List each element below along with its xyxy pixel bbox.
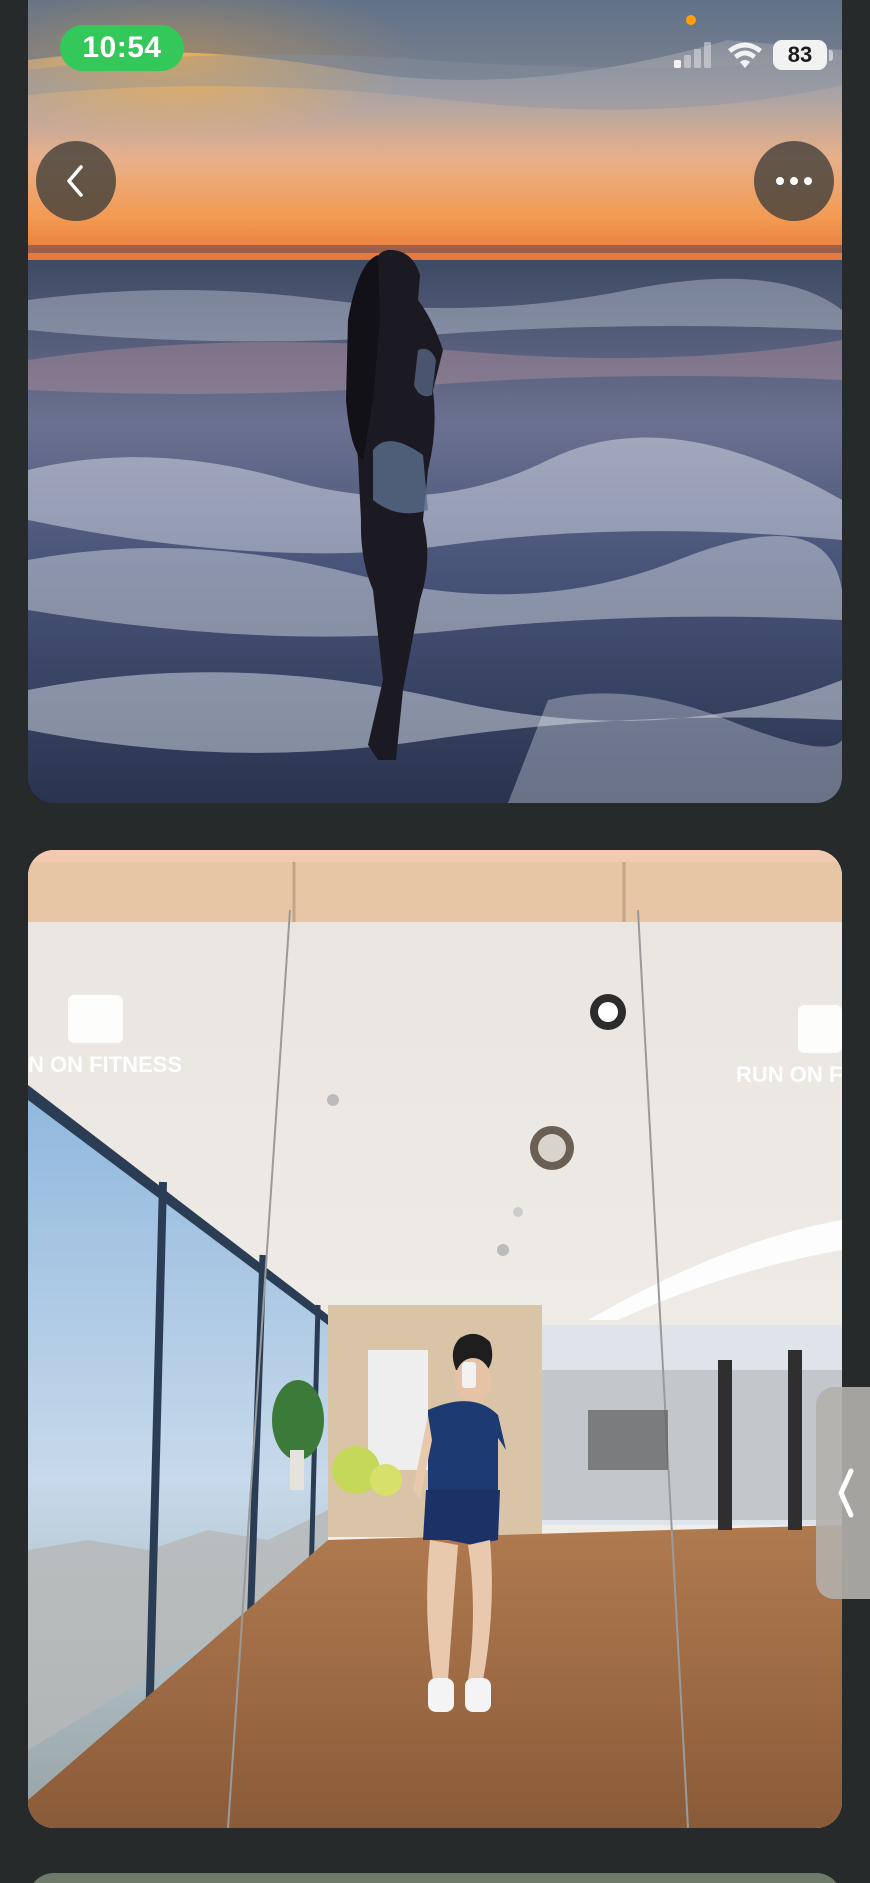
gym-signage-left: N ON FITNESS <box>28 1052 182 1077</box>
photo-card-beach[interactable] <box>28 0 842 803</box>
photo-card-partial[interactable] <box>28 1873 842 1883</box>
chevron-left-icon <box>67 165 83 197</box>
gym-signage-right: RUN ON FIT <box>736 1062 842 1087</box>
gym-mirror-selfie-photo: N ON FITNESS RUN ON FIT <box>28 850 842 1828</box>
beach-sunset-photo <box>28 0 842 803</box>
chevron-left-icon <box>838 1468 854 1518</box>
more-options-button[interactable] <box>754 141 834 221</box>
side-panel-handle[interactable] <box>816 1387 870 1599</box>
photo-feed-screen: N ON FITNESS RUN ON FIT <box>0 0 870 1883</box>
photo-card-gym[interactable]: N ON FITNESS RUN ON FIT <box>28 850 842 1828</box>
photo-partial <box>28 1873 842 1883</box>
back-button[interactable] <box>36 141 116 221</box>
ellipsis-icon <box>776 177 812 185</box>
